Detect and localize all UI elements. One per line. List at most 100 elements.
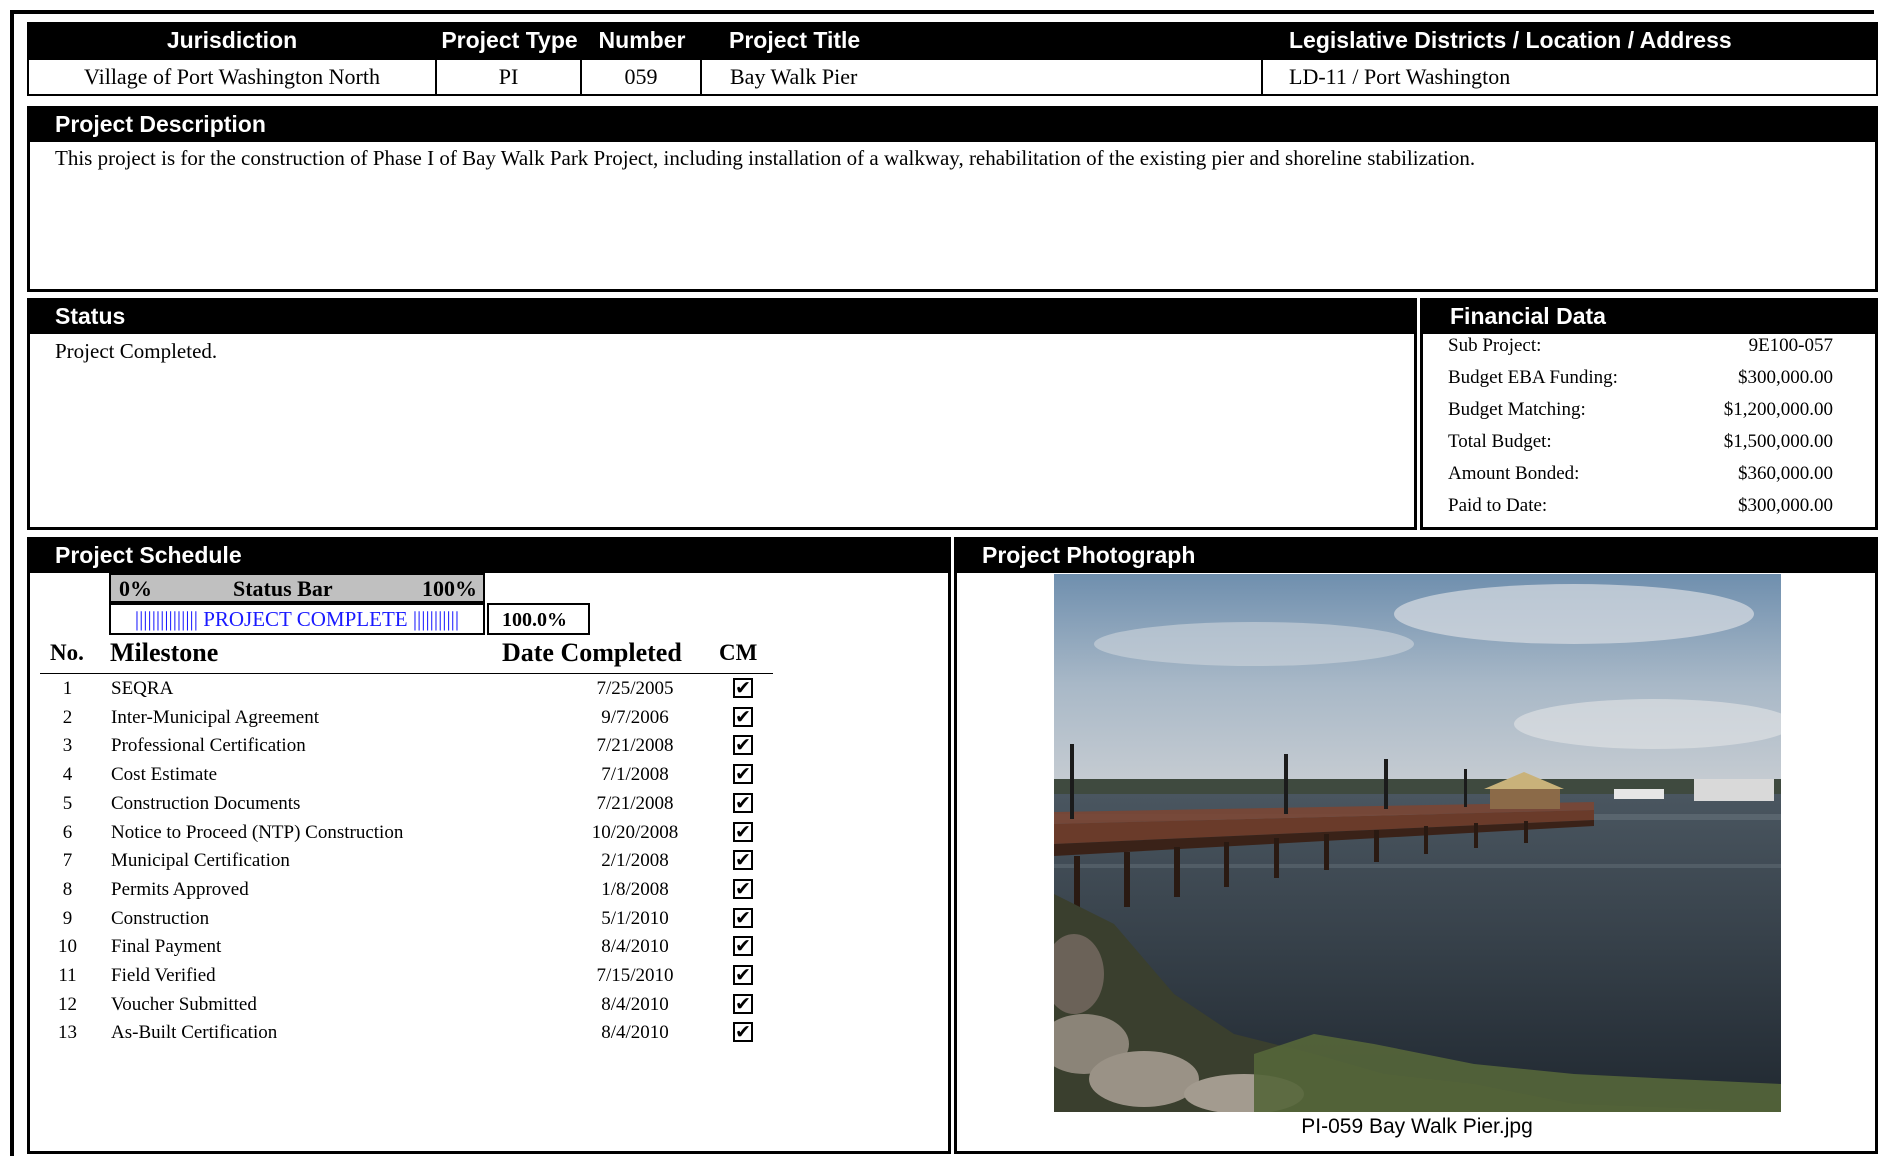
milestone-name: Municipal Certification (111, 850, 290, 872)
status-text: Project Completed. (55, 339, 218, 363)
milestone-row: 11 Field Verified 7/15/2010 ✔ (40, 962, 780, 991)
milestone-name: Cost Estimate (111, 764, 218, 786)
column-date-completed: Date Completed (502, 638, 682, 667)
milestone-number: 2 (62, 706, 73, 728)
financial-row: Amount Bonded: $360,000.00 (1448, 458, 1833, 490)
status-heading: Status (27, 298, 1417, 334)
milestone-row: 5 Construction Documents 7/21/2008 ✔ (40, 790, 780, 819)
status-bar-header: 0% Status Bar 100% (109, 573, 485, 603)
header-jurisdiction: Jurisdiction (166, 27, 298, 53)
value-location: LD-11 / Port Washington (1261, 58, 1878, 96)
milestone-date: 9/7/2006 (601, 706, 669, 728)
milestone-name: As-Built Certification (111, 1022, 278, 1044)
description-heading: Project Description (27, 106, 1878, 142)
milestone-date: 7/1/2008 (601, 764, 669, 786)
schedule-header-rule (40, 673, 773, 674)
financial-value: $1,500,000.00 (1723, 431, 1833, 452)
financial-value: $1,200,000.00 (1723, 399, 1833, 420)
milestone-name: Inter-Municipal Agreement (111, 706, 320, 728)
milestone-checkbox: ✔ (733, 1022, 753, 1043)
column-no: No. (50, 640, 84, 665)
financial-label: Amount Bonded: (1448, 463, 1580, 484)
milestone-checkbox: ✔ (733, 936, 753, 957)
status-bar-progress: ||||||||||||||| PROJECT COMPLETE |||||||… (109, 603, 485, 635)
header-location: Legislative Districts / Location / Addre… (1289, 27, 1732, 53)
milestone-checkbox: ✔ (733, 907, 753, 928)
header-bar: Jurisdiction Project Type Number Project… (27, 22, 1878, 58)
milestone-number: 9 (62, 907, 73, 929)
milestone-row: 3 Professional Certification 7/21/2008 ✔ (40, 732, 780, 761)
milestone-row: 6 Notice to Proceed (NTP) Construction 10/… (40, 819, 780, 848)
milestone-number: 8 (62, 878, 73, 900)
financial-value: 9E100-057 (1748, 335, 1833, 356)
milestone-date: 8/4/2010 (601, 993, 669, 1015)
milestone-date: 5/1/2010 (601, 907, 669, 929)
milestone-checkbox: ✔ (733, 993, 753, 1014)
status-bar-end-label: 100% (422, 576, 477, 601)
milestone-checkbox: ✔ (733, 850, 753, 871)
financial-row: Budget EBA Funding: $300,000.00 (1448, 362, 1833, 394)
milestone-name: Field Verified (111, 965, 216, 986)
milestone-number: 12 (58, 993, 77, 1015)
financial-heading: Financial Data (1420, 298, 1878, 334)
milestone-number: 10 (58, 936, 77, 958)
value-project-title: Bay Walk Pier (700, 58, 1263, 96)
milestone-number: 5 (62, 792, 73, 814)
status-bar-title: Status Bar (233, 576, 333, 601)
milestone-row: 9 Construction 5/1/2010 ✔ (40, 905, 780, 934)
milestone-row: 2 Inter-Municipal Agreement 9/7/2006 ✔ (40, 704, 780, 733)
value-jurisdiction: Village of Port Washington North (27, 58, 437, 96)
milestone-date: 7/21/2008 (596, 792, 674, 814)
milestone-date: 2/1/2008 (601, 850, 669, 872)
milestone-number: 11 (58, 965, 77, 986)
milestone-name: Construction Documents (111, 792, 301, 814)
milestone-date: 8/4/2010 (601, 936, 669, 958)
milestone-date: 7/15/2010 (596, 965, 674, 986)
financial-row: Total Budget: $1,500,000.00 (1448, 426, 1833, 458)
milestone-name: Professional Certification (111, 735, 306, 757)
milestone-number: 1 (62, 678, 73, 699)
milestone-date: 1/8/2008 (601, 878, 669, 900)
milestone-checkbox: ✔ (733, 678, 753, 698)
financial-row: Paid to Date: $300,000.00 (1448, 490, 1833, 522)
financial-value: $360,000.00 (1738, 463, 1833, 484)
header-project-title: Project Title (729, 27, 861, 53)
financial-label: Total Budget: (1448, 431, 1552, 452)
milestone-number: 6 (62, 821, 73, 843)
milestone-name: Final Payment (111, 936, 222, 958)
header-number: Number (598, 27, 686, 53)
milestone-name: Construction (111, 907, 210, 929)
financial-value: $300,000.00 (1738, 367, 1833, 388)
value-number: 059 (580, 58, 702, 96)
milestone-checkbox: ✔ (733, 965, 753, 985)
milestone-row: 8 Permits Approved 1/8/2008 ✔ (40, 876, 780, 905)
milestone-name: Notice to Proceed (NTP) Construction (111, 821, 404, 843)
milestone-row: 7 Municipal Certification 2/1/2008 ✔ (40, 847, 780, 876)
financial-label: Paid to Date: (1448, 495, 1548, 516)
milestone-checkbox: ✔ (733, 792, 753, 813)
financial-row: Sub Project: 9E100-057 (1448, 330, 1833, 362)
milestone-date: 8/4/2010 (601, 1022, 669, 1044)
column-milestone: Milestone (110, 638, 219, 667)
milestone-row: 13 As-Built Certification 8/4/2010 ✔ (40, 1019, 780, 1048)
photo-caption: PI-059 Bay Walk Pier.jpg (1301, 1115, 1533, 1138)
milestone-name: SEQRA (111, 678, 174, 699)
milestone-date: 7/25/2005 (596, 678, 674, 699)
milestone-row: 12 Voucher Submitted 8/4/2010 ✔ (40, 991, 780, 1020)
financial-label: Budget EBA Funding: (1448, 367, 1618, 388)
milestone-date: 7/21/2008 (596, 735, 674, 757)
photo-heading: Project Photograph (954, 537, 1878, 573)
milestone-row: 1 SEQRA 7/25/2005 ✔ (40, 675, 780, 704)
schedule-heading: Project Schedule (27, 537, 951, 573)
milestone-row: 4 Cost Estimate 7/1/2008 ✔ (40, 761, 780, 790)
column-cm: CM (719, 640, 758, 665)
value-project-type: PI (435, 58, 582, 96)
milestone-checkbox: ✔ (733, 764, 753, 785)
milestone-number: 7 (62, 850, 73, 872)
milestone-number: 4 (62, 764, 73, 786)
financial-label: Budget Matching: (1448, 399, 1586, 420)
financial-row: Budget Matching: $1,200,000.00 (1448, 394, 1833, 426)
milestone-name: Permits Approved (111, 878, 249, 900)
milestone-number: 3 (62, 735, 73, 757)
milestone-number: 13 (58, 1022, 77, 1044)
